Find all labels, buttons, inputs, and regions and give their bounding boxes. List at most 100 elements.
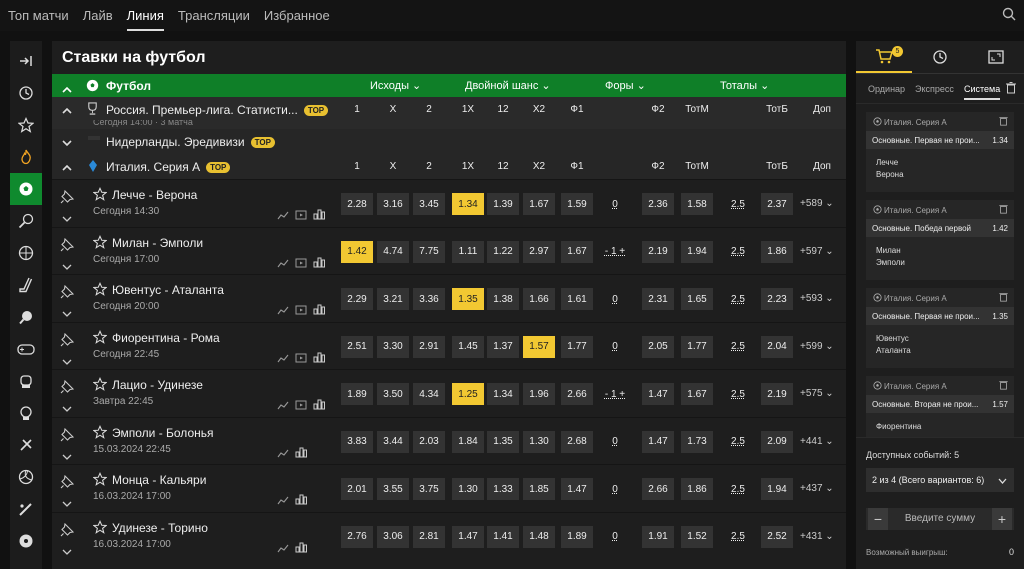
odd-button[interactable]: 2.51 — [341, 335, 373, 358]
minus-button[interactable]: − — [868, 508, 888, 530]
trash-icon[interactable] — [999, 204, 1008, 216]
odd-button[interactable]: 2.36 — [642, 193, 674, 215]
bar-stats-icon[interactable] — [313, 350, 325, 368]
stake-input[interactable]: − Введите сумму + — [866, 508, 1014, 530]
odd-button[interactable]: 1.34 — [487, 383, 519, 405]
pin-icon[interactable] — [60, 474, 75, 494]
odd-button[interactable]: 1.59 — [561, 193, 593, 215]
favorite-star-icon[interactable] — [92, 519, 108, 539]
odd-button[interactable]: 1.58 — [681, 193, 713, 215]
odd-button[interactable]: 3.30 — [377, 335, 409, 358]
bar-stats-icon[interactable] — [313, 255, 325, 273]
odd-button[interactable]: 2.04 — [761, 335, 793, 358]
match-name[interactable]: Удинезе - Торино — [112, 521, 208, 535]
pin-icon[interactable] — [60, 379, 75, 399]
odd-button[interactable]: 2.68 — [561, 430, 593, 453]
match-name[interactable]: Монца - Кальяри — [112, 473, 206, 487]
odd-button[interactable]: 1.61 — [561, 288, 593, 310]
odd-button[interactable]: 1.34 — [452, 193, 484, 215]
odd-button[interactable]: 3.36 — [413, 288, 445, 310]
match-row[interactable]: Лацио - Удинезе Завтра 22:45 1.89 3.50 4.34 1… — [52, 369, 846, 417]
stats-chart-icon[interactable] — [277, 397, 289, 415]
bar-stats-icon[interactable] — [313, 397, 325, 415]
odd-button[interactable]: 1.67 — [681, 383, 713, 405]
soccer-icon[interactable] — [10, 525, 42, 557]
odd-button[interactable]: 1.65 — [681, 288, 713, 310]
match-name[interactable]: Лечче - Верона — [112, 188, 197, 202]
odd-button[interactable]: 1.47 — [642, 383, 674, 405]
odd-button[interactable]: 1.11 — [452, 240, 484, 263]
odd-button[interactable]: 3.50 — [377, 383, 409, 405]
favorite-star-icon[interactable] — [92, 377, 108, 396]
odd-button[interactable]: 1.33 — [487, 478, 519, 500]
odd-button[interactable]: 3.16 — [377, 193, 409, 215]
odd-button[interactable]: 1.25 — [452, 383, 484, 405]
more-markets-button[interactable]: +437 ⌄ — [800, 483, 834, 494]
odd-button[interactable]: 1.47 — [452, 525, 484, 548]
more-markets-button[interactable]: +589 ⌄ — [800, 198, 834, 209]
league-row-italy[interactable]: Италия. Серия А TOP 1 X 2 1X 12 X2 Ф1 Ф2 ТотМ ТотБ… — [52, 154, 846, 179]
odd-button[interactable]: 3.83 — [341, 430, 373, 453]
odd-button[interactable]: 7.75 — [413, 240, 445, 263]
basketball-icon[interactable] — [10, 237, 42, 269]
video-icon[interactable] — [295, 207, 307, 225]
odd-button[interactable]: 4.34 — [413, 383, 445, 405]
league-row-netherlands[interactable]: Нидерланды. Эредивизи TOP — [52, 129, 846, 154]
video-icon[interactable] — [295, 397, 307, 415]
gamepad-icon[interactable] — [10, 333, 42, 365]
pin-icon[interactable] — [60, 237, 75, 257]
favorite-star-icon[interactable] — [92, 329, 108, 349]
trash-icon[interactable] — [1006, 82, 1016, 96]
bar-stats-icon[interactable] — [313, 302, 325, 320]
category-handicaps[interactable]: Форы ⌄ — [605, 79, 646, 92]
odd-button[interactable]: 1.41 — [487, 525, 519, 548]
trash-icon[interactable] — [999, 292, 1008, 304]
tab-system[interactable]: Система — [964, 84, 1001, 100]
chevron-up-icon[interactable] — [62, 104, 72, 118]
category-outcomes[interactable]: Исходы ⌄ — [370, 79, 421, 92]
odd-button[interactable]: 1.96 — [523, 383, 555, 405]
odd-button[interactable]: 3.75 — [413, 478, 445, 500]
match-name[interactable]: Эмполи - Болонья — [112, 426, 214, 440]
search-icon[interactable] — [1002, 7, 1016, 26]
stats-chart-icon[interactable] — [277, 540, 289, 558]
category-totals[interactable]: Тоталы ⌄ — [720, 79, 769, 92]
odd-button[interactable]: 4.74 — [377, 240, 409, 263]
odd-button[interactable]: 1.35 — [452, 288, 484, 310]
chevron-down-icon[interactable] — [62, 136, 72, 150]
odd-button[interactable]: 2.23 — [761, 288, 793, 310]
stats-chart-icon[interactable] — [277, 302, 289, 320]
odd-button[interactable]: 3.21 — [377, 288, 409, 310]
more-markets-button[interactable]: +597 ⌄ — [800, 246, 834, 257]
odd-button[interactable]: 2.52 — [761, 525, 793, 548]
more-markets-button[interactable]: +431 ⌄ — [800, 531, 834, 542]
mma-icon[interactable] — [10, 397, 42, 429]
odd-button[interactable]: 2.29 — [341, 288, 373, 310]
odd-button[interactable]: 1.38 — [487, 288, 519, 310]
odd-button[interactable]: 2.05 — [642, 335, 674, 358]
odd-button[interactable]: 1.73 — [681, 430, 713, 453]
baseball-icon[interactable] — [10, 493, 42, 525]
chevron-down-icon[interactable] — [62, 305, 72, 323]
match-row[interactable]: Фиорентина - Рома Сегодня 22:45 2.51 3.30 2.… — [52, 321, 846, 369]
favorite-star-icon[interactable] — [92, 282, 108, 301]
chevron-up-icon[interactable] — [62, 161, 72, 175]
star-icon[interactable] — [10, 109, 42, 141]
odd-button[interactable]: 1.57 — [523, 335, 555, 358]
odd-button[interactable]: 1.67 — [523, 193, 555, 215]
history-icon[interactable] — [10, 77, 42, 109]
match-name[interactable]: Фиорентина - Рома — [112, 331, 220, 345]
odd-button[interactable]: 2.09 — [761, 430, 793, 453]
plus-button[interactable]: + — [992, 508, 1012, 530]
bet-slip-item[interactable]: Италия. Серия А Основные. Победа первой 1.… — [866, 200, 1014, 280]
pin-icon[interactable] — [60, 284, 75, 304]
favorite-star-icon[interactable] — [92, 472, 108, 491]
odd-button[interactable]: 2.66 — [642, 478, 674, 500]
fire-icon[interactable] — [10, 141, 42, 173]
more-markets-button[interactable]: +441 ⌄ — [800, 436, 834, 447]
odd-button[interactable]: 1.42 — [341, 240, 373, 263]
match-row[interactable]: Эмполи - Болонья 15.03.2024 22:45 3.83 3.44… — [52, 416, 846, 464]
tab-favorites[interactable]: Избранное — [264, 0, 330, 31]
system-select[interactable]: 2 из 4 (Всего вариантов: 6) — [866, 468, 1014, 492]
chevron-down-icon[interactable] — [62, 495, 72, 513]
